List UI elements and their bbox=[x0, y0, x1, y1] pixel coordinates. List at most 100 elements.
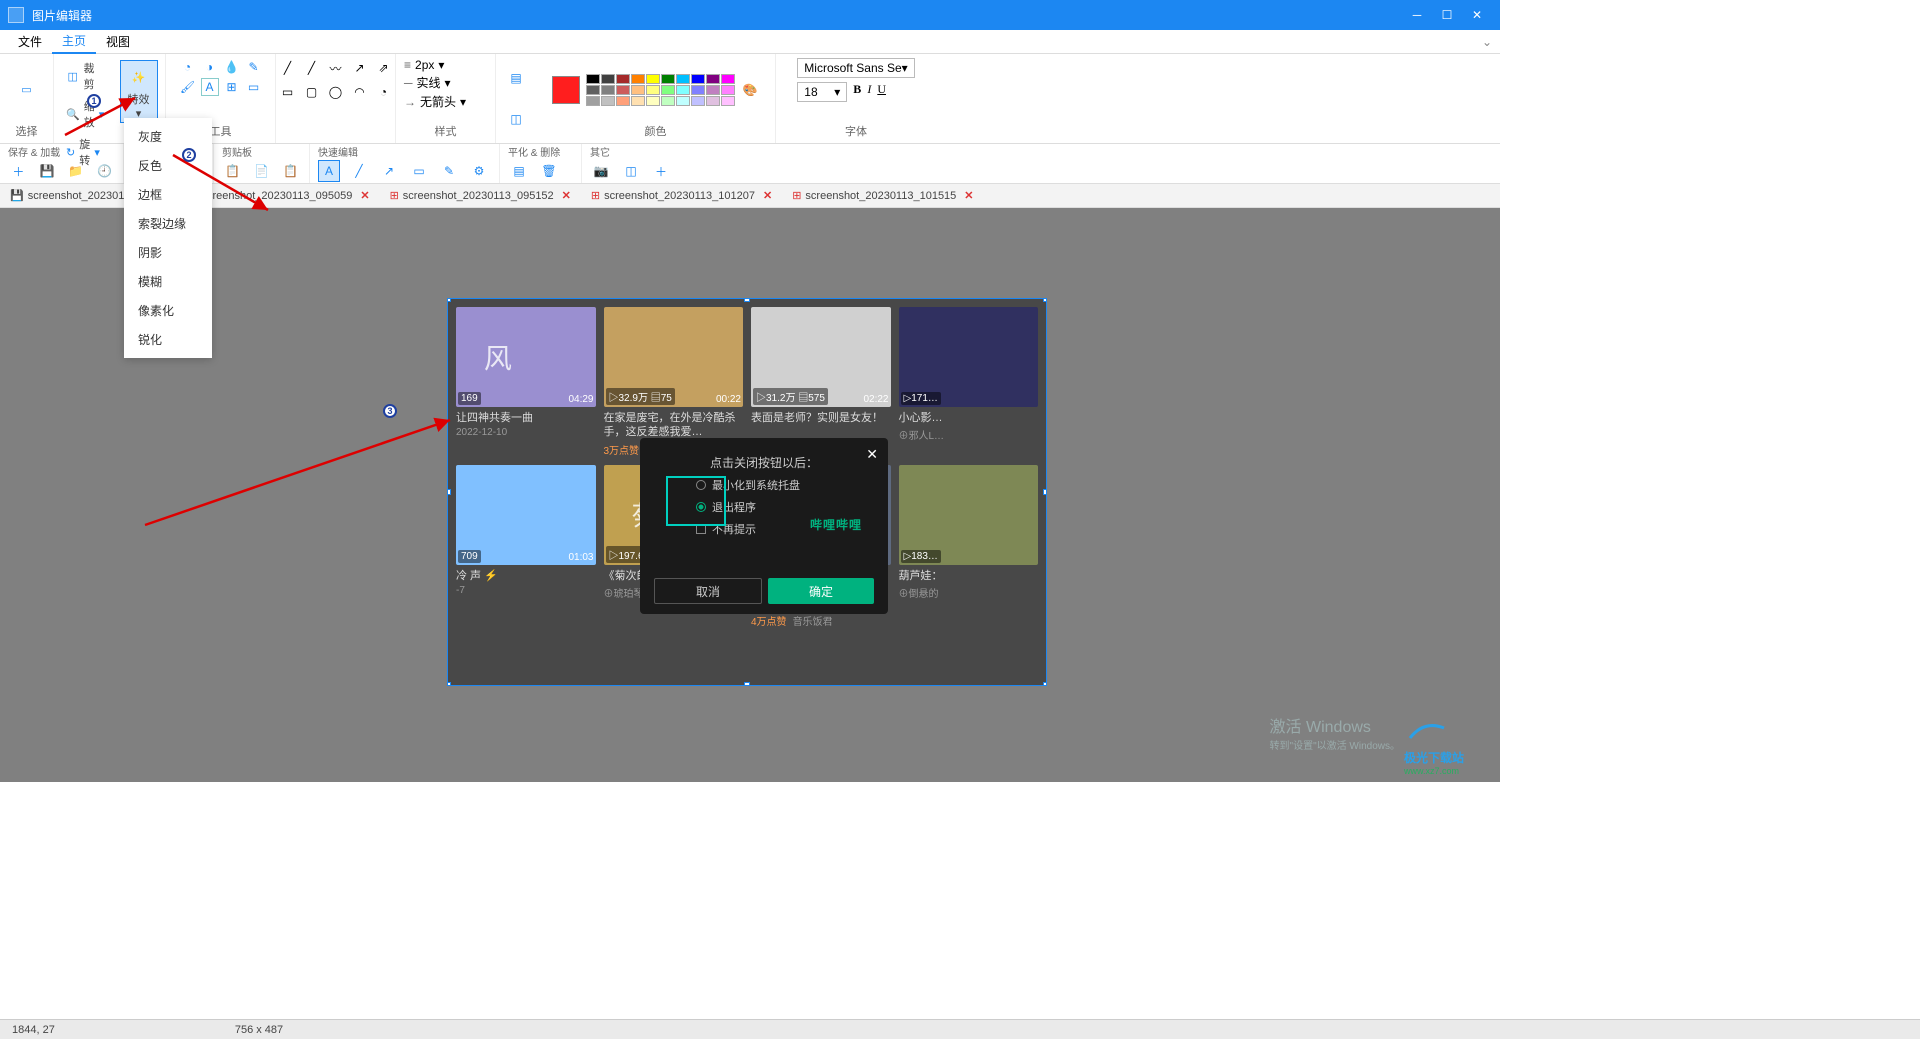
palette-cell[interactable] bbox=[676, 96, 690, 106]
palette-cell[interactable] bbox=[631, 85, 645, 95]
file-tab[interactable]: ⊞screenshot_20230113_095152✕ bbox=[384, 189, 581, 202]
palette-cell[interactable] bbox=[601, 74, 615, 84]
palette-cell[interactable] bbox=[706, 85, 720, 95]
add-icon[interactable]: ＋ bbox=[650, 160, 672, 182]
palette-cell[interactable] bbox=[616, 74, 630, 84]
paste-icon[interactable]: 📄 bbox=[251, 160, 272, 182]
paste2-icon[interactable]: 📋 bbox=[280, 160, 301, 182]
select-tool[interactable]: ▭ bbox=[9, 74, 45, 106]
callout-icon[interactable]: ▭ bbox=[245, 78, 263, 96]
text-annotate-icon[interactable]: A bbox=[318, 160, 340, 182]
palette-cell[interactable] bbox=[661, 85, 675, 95]
dialog-close-icon[interactable]: ✕ bbox=[866, 446, 878, 463]
video-card[interactable]: ▷183…葫芦娃：⊕倒悬的 bbox=[899, 465, 1039, 629]
palette-cell[interactable] bbox=[646, 85, 660, 95]
palette-cell[interactable] bbox=[706, 74, 720, 84]
shape-rect[interactable]: ▭ bbox=[278, 82, 298, 102]
palette-cell[interactable] bbox=[661, 74, 675, 84]
shape-cloud[interactable]: ◠ bbox=[350, 82, 370, 102]
eraser2-icon[interactable]: ◑ bbox=[201, 58, 219, 76]
settings-icon[interactable]: ⚙ bbox=[468, 160, 490, 182]
brush-icon[interactable]: 🖌 bbox=[179, 78, 197, 96]
minimize-button[interactable]: ─ bbox=[1402, 5, 1432, 25]
rect-annotate-icon[interactable]: ▭ bbox=[408, 160, 430, 182]
shape-line[interactable]: ╱ bbox=[278, 58, 298, 78]
cancel-button[interactable]: 取消 bbox=[654, 578, 762, 604]
tab-close-icon[interactable]: ✕ bbox=[759, 189, 776, 202]
bold-button[interactable]: B bbox=[853, 82, 861, 102]
palette-cell[interactable] bbox=[691, 74, 705, 84]
font-family-combo[interactable]: Microsoft Sans Se▾ bbox=[797, 58, 914, 78]
shape-bubble[interactable]: ◔ bbox=[374, 82, 394, 102]
eraser-icon[interactable]: ◔ bbox=[179, 58, 197, 76]
new-icon[interactable]: ＋ bbox=[8, 160, 29, 182]
shape-roundrect[interactable]: ▢ bbox=[302, 82, 322, 102]
palette-cell[interactable] bbox=[691, 96, 705, 106]
palette-cell[interactable] bbox=[586, 96, 600, 106]
dropdown-item[interactable]: 灰度 bbox=[124, 122, 212, 151]
palette-cell[interactable] bbox=[601, 85, 615, 95]
menu-home[interactable]: 主页 bbox=[52, 29, 96, 54]
current-color[interactable] bbox=[552, 76, 580, 104]
palette-cell[interactable] bbox=[676, 74, 690, 84]
palette-cell[interactable] bbox=[676, 85, 690, 95]
stroke-width[interactable]: 2px bbox=[415, 58, 434, 72]
flatten-icon[interactable]: ▤ bbox=[508, 160, 530, 182]
palette-cell[interactable] bbox=[601, 96, 615, 106]
line-style[interactable]: 实线 bbox=[417, 74, 441, 91]
highlight2-icon[interactable]: ✎ bbox=[438, 160, 460, 182]
menu-view[interactable]: 视图 bbox=[96, 30, 140, 53]
palette-cell[interactable] bbox=[586, 74, 600, 84]
palette-cell[interactable] bbox=[661, 96, 675, 106]
fill-icon[interactable]: ▤ bbox=[507, 69, 525, 87]
delete-icon[interactable]: 🗑 bbox=[538, 160, 560, 182]
arrow-style[interactable]: 无箭头 bbox=[420, 93, 456, 110]
counter-icon[interactable]: ⊞ bbox=[223, 78, 241, 96]
dropdown-item[interactable]: 像素化 bbox=[124, 296, 212, 325]
line-annotate-icon[interactable]: ╱ bbox=[348, 160, 370, 182]
palette-cell[interactable] bbox=[706, 96, 720, 106]
copy-icon[interactable]: 📋 bbox=[222, 160, 243, 182]
palette-cell[interactable] bbox=[691, 85, 705, 95]
shape-line2[interactable]: ╱ bbox=[302, 58, 322, 78]
arrow-annotate-icon[interactable]: ↗ bbox=[378, 160, 400, 182]
close-button[interactable]: ✕ bbox=[1462, 5, 1492, 25]
dropdown-item[interactable]: 边框 bbox=[124, 180, 212, 209]
maximize-button[interactable]: ☐ bbox=[1432, 5, 1462, 25]
shape-curve[interactable]: 〰 bbox=[326, 58, 346, 78]
camera-icon[interactable]: 📷 bbox=[590, 160, 612, 182]
tab-close-icon[interactable]: ✕ bbox=[356, 189, 373, 202]
palette-cell[interactable] bbox=[721, 74, 735, 84]
save-icon[interactable]: 💾 bbox=[37, 160, 58, 182]
ok-button[interactable]: 确定 bbox=[768, 578, 874, 604]
video-card[interactable]: ▷31.2万 ▤57502:22表面是老师？实则是女友！ bbox=[751, 307, 891, 457]
crop2-icon[interactable]: ◫ bbox=[620, 160, 642, 182]
video-card[interactable]: 70901:03冷 声 ⚡-7 bbox=[456, 465, 596, 629]
palette-cell[interactable] bbox=[586, 85, 600, 95]
color-picker-icon[interactable]: 🎨 bbox=[741, 81, 759, 99]
drop-icon[interactable]: 💧 bbox=[223, 58, 241, 76]
collapse-ribbon-icon[interactable]: ⌄ bbox=[1482, 35, 1492, 49]
shape-arrow2[interactable]: ⇗ bbox=[374, 58, 394, 78]
tab-close-icon[interactable]: ✕ bbox=[558, 189, 575, 202]
canvas[interactable]: 风16904:29让四神共奏一曲2022-12-10▷32.9万 ▤7500:2… bbox=[0, 208, 1500, 782]
video-card[interactable]: 风16904:29让四神共奏一曲2022-12-10 bbox=[456, 307, 596, 457]
dropdown-item[interactable]: 模糊 bbox=[124, 267, 212, 296]
dropdown-item[interactable]: 阴影 bbox=[124, 238, 212, 267]
underline-button[interactable]: U bbox=[877, 82, 886, 102]
palette-cell[interactable] bbox=[631, 74, 645, 84]
rotate-button[interactable]: ↻旋转▾ bbox=[62, 134, 104, 170]
text-icon[interactable]: A bbox=[201, 78, 219, 96]
shadow-icon[interactable]: ◫ bbox=[507, 110, 525, 128]
menu-file[interactable]: 文件 bbox=[8, 30, 52, 53]
effects-button[interactable]: ✨特效▾ bbox=[120, 60, 158, 123]
shape-ellipse[interactable]: ◯ bbox=[326, 82, 346, 102]
font-size-combo[interactable]: 18▾ bbox=[797, 82, 847, 102]
palette-cell[interactable] bbox=[721, 96, 735, 106]
palette-cell[interactable] bbox=[631, 96, 645, 106]
video-card[interactable]: ▷32.9万 ▤7500:22在家是废宅，在外是冷酷杀手，这反差感我爱…3万点赞 bbox=[604, 307, 744, 457]
palette-cell[interactable] bbox=[616, 96, 630, 106]
palette-cell[interactable] bbox=[646, 74, 660, 84]
highlight-icon[interactable]: ✎ bbox=[245, 58, 263, 76]
dropdown-item[interactable]: 锐化 bbox=[124, 325, 212, 354]
